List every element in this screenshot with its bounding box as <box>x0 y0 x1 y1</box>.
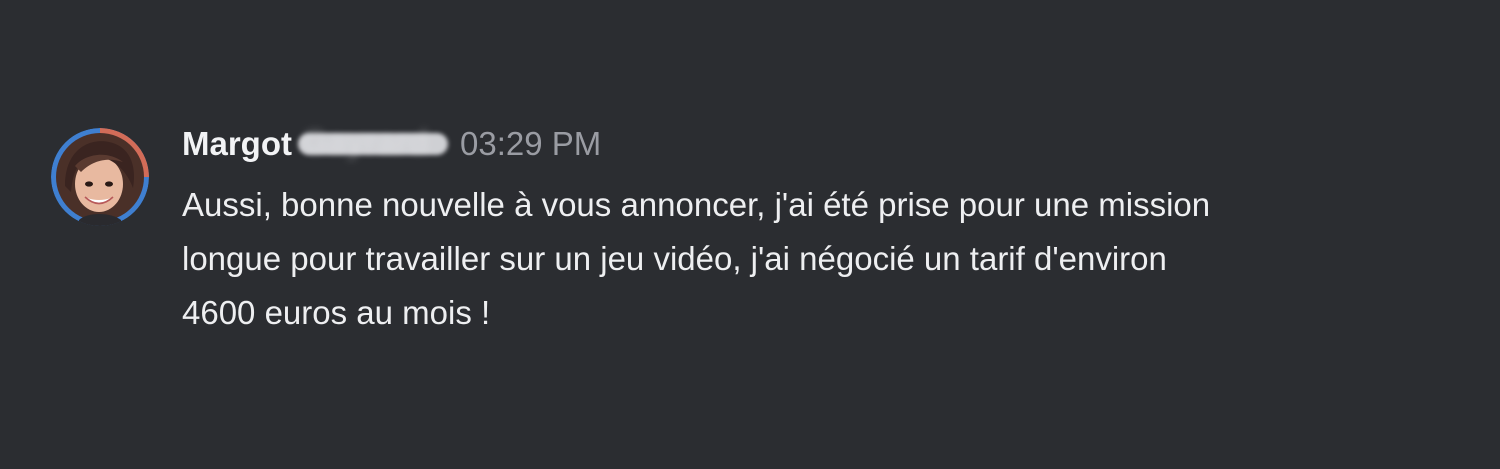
username-redacted: Gayrard <box>298 123 448 160</box>
timestamp[interactable]: 03:29 PM <box>460 125 601 163</box>
username-first-name: Margot <box>182 125 292 162</box>
username[interactable]: Margot Gayrard <box>182 123 448 163</box>
message-content: Aussi, bonne nouvelle à vous annoncer, j… <box>182 178 1467 340</box>
message-header: Margot Gayrard 03:29 PM <box>182 122 601 166</box>
message-line: longue pour travailler sur un jeu vidéo,… <box>182 240 1167 277</box>
avatar[interactable] <box>51 128 149 226</box>
username-last-name-blurred: Gayrard <box>302 123 429 160</box>
chat-message: Margot Gayrard 03:29 PM Aussi, bonne nou… <box>0 0 1500 469</box>
message-line: Aussi, bonne nouvelle à vous annoncer, j… <box>182 186 1211 223</box>
message-line: 4600 euros au mois ! <box>182 294 491 331</box>
